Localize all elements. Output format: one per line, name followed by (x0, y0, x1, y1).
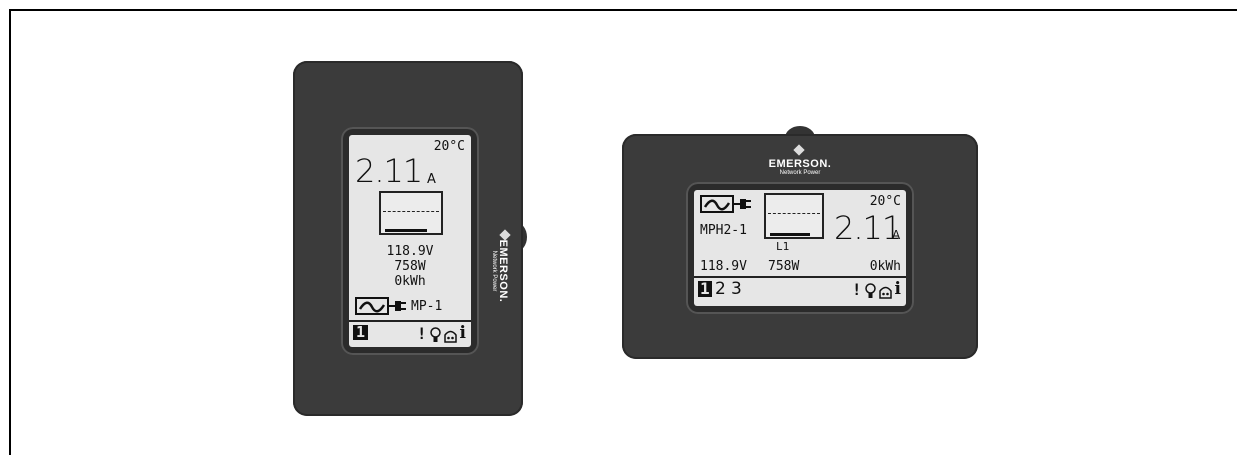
alarm-icon[interactable]: ! (852, 280, 862, 299)
page-1-indicator[interactable]: 1 (353, 325, 369, 340)
horizontal-device: EMERSON. Network Power MPH2-1 L1 20°C 2.… (622, 134, 978, 359)
bulb-icon[interactable] (429, 327, 441, 343)
alarm-icon[interactable]: ! (417, 324, 427, 343)
current-unit: A (892, 228, 901, 242)
lock-icon[interactable] (443, 329, 457, 343)
graph-baseline-bar (770, 233, 810, 236)
energy-readout: 0kWh (394, 274, 426, 289)
footer-divider (349, 320, 471, 322)
threshold-line (383, 211, 439, 212)
brand-tagline: Network Power (491, 250, 497, 292)
brand-logo-icon (793, 144, 805, 156)
power-readout: 758W (768, 259, 800, 274)
footer-divider (694, 276, 906, 278)
current-readout: 2.11 (355, 152, 423, 190)
brand-name: EMERSON. (497, 239, 509, 303)
current-graph (379, 191, 443, 235)
vertical-device: EMERSON. Network Power 20°C 2.11 A 118.9… (293, 61, 523, 416)
brand-name: EMERSON. (768, 158, 832, 170)
ac-source-icon (355, 297, 389, 315)
power-readout: 758W (394, 259, 426, 274)
plug-icon (389, 301, 406, 311)
voltage-readout: 118.9V (386, 244, 434, 259)
brand-tagline: Network Power (779, 170, 821, 176)
plug-icon (734, 199, 751, 209)
page-2-indicator[interactable]: 2 (715, 281, 726, 298)
page-1-indicator[interactable]: 1 (698, 281, 712, 297)
bulb-icon[interactable] (864, 283, 876, 299)
horizontal-lcd: MPH2-1 L1 20°C 2.11 A 118.9V 758W 0kWh 1… (694, 190, 906, 306)
status-icons: ! i (852, 279, 901, 299)
page-3-indicator[interactable]: 3 (731, 281, 742, 298)
vertical-lcd: 20°C 2.11 A 118.9V 758W 0kWh MP-1 1 ! i (349, 135, 471, 347)
outlet-label: MPH2-1 (700, 223, 747, 238)
current-graph (764, 193, 824, 239)
threshold-line (768, 213, 820, 214)
ac-source-icon (700, 195, 734, 213)
info-icon[interactable]: i (460, 323, 466, 343)
temperature-readout: 20°C (869, 194, 901, 209)
current-unit: A (427, 172, 436, 187)
voltage-readout: 118.9V (700, 259, 747, 274)
outlet-label: MP-1 (411, 299, 443, 314)
graph-baseline-bar (385, 229, 427, 232)
temperature-readout: 20°C (433, 139, 465, 154)
vertical-bezel: 20°C 2.11 A 118.9V 758W 0kWh MP-1 1 ! i (341, 127, 479, 355)
info-icon[interactable]: i (895, 279, 901, 299)
horizontal-bezel: MPH2-1 L1 20°C 2.11 A 118.9V 758W 0kWh 1… (686, 182, 914, 314)
vertical-brand: EMERSON. Network Power (491, 206, 509, 336)
line-label: L1 (776, 240, 790, 253)
status-icons: ! i (417, 323, 466, 343)
horizontal-brand: EMERSON. Network Power (750, 158, 850, 176)
energy-readout: 0kWh (869, 259, 901, 274)
lock-icon[interactable] (878, 285, 892, 299)
